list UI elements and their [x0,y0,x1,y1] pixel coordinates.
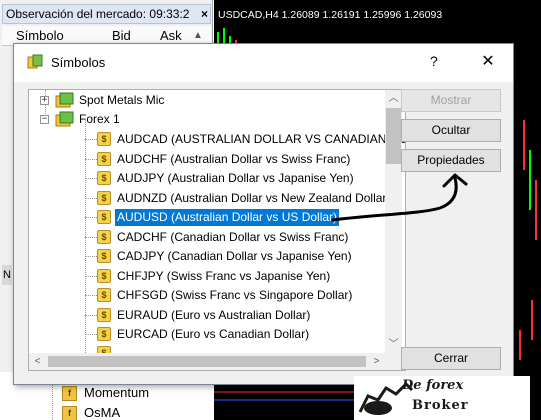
symbols-dialog: Símbolos ? ✕ + Spot Metals Mic − Forex 1 [13,43,514,385]
symbol-label: AUDCHF (Australian Dollar vs Swiss Franc… [117,151,351,166]
symbol-row-chfjpy[interactable]: $ CHFJPY (Swiss Franc vs Japanise Yen) [29,267,389,286]
dialog-title: Símbolos [51,55,106,70]
show-button[interactable]: Mostrar [401,89,501,112]
symbol-row-eurcad[interactable]: $ EURCAD (Euro vs Canadian Dollar) [29,325,389,344]
currency-icon: $ [97,132,111,146]
folder-icon [55,92,74,108]
tree-group-label: Forex 1 [79,112,120,126]
symbol-label: CADJPY (Canadian Dollar vs Japanise Yen) [117,249,352,263]
symbols-tree[interactable]: + Spot Metals Mic − Forex 1 $ AUDCAD (AU… [28,89,406,371]
watermark-line1: De forex [402,378,464,393]
symbol-label: AUDJPY (Australian Dollar vs Japanise Ye… [117,171,354,185]
properties-button[interactable]: Propiedades [401,149,501,172]
currency-icon: $ [97,307,111,322]
folder-icon [55,111,74,127]
symbol-row-audchf[interactable]: $ AUDCHF (Australian Dollar vs Swiss Fra… [29,150,389,169]
symbol-row-audjpy[interactable]: $ AUDJPY (Australian Dollar vs Japanise … [29,169,389,188]
currency-icon: $ [97,346,111,353]
symbol-label: EURAUD (Euro vs Australian Dollar) [117,307,311,322]
symbol-label: CHFJPY (Swiss Franc vs Japanise Yen) [117,268,331,283]
symbol-row-partial: $ [29,344,389,353]
symbols-icon [27,54,43,69]
symbol-label: CHFSGD (Swiss Franc vs Singapore Dollar) [117,288,353,302]
symbol-row-audusd[interactable]: $ AUDUSD (Australian Dollar vs US Dollar… [29,208,389,227]
nav-item-label: OsMA [84,405,121,420]
scrollbar-corner [385,353,402,370]
vertical-scroll-thumb[interactable] [386,108,401,164]
symbol-row-cadchf[interactable]: $ CADCHF (Canadian Dollar vs Swiss Franc… [29,228,389,247]
side-tab-icon[interactable]: N [2,265,12,285]
scroll-left-icon[interactable]: < [29,353,46,370]
symbol-label: AUDUSD (Australian Dollar vs US Dollar) [115,209,340,226]
symbol-row-cadjpy[interactable]: $ CADJPY (Canadian Dollar vs Japanise Ye… [29,247,389,266]
currency-icon: $ [97,229,111,244]
scroll-right-icon[interactable]: > [368,353,385,370]
symbol-row-euraud[interactable]: $ EURAUD (Euro vs Australian Dollar) [29,306,389,325]
horizontal-scroll-thumb[interactable] [48,356,366,367]
nav-item-label: Momentum [84,385,150,400]
close-button[interactable]: Cerrar [401,347,501,370]
indicator-icon: f [62,386,77,401]
close-icon[interactable]: × [201,5,208,23]
collapse-icon[interactable]: − [40,115,49,124]
tree-group-label: Spot Metals Mic [79,93,165,107]
watermark-logo: De forex Broker [354,376,530,420]
currency-icon: $ [97,171,111,185]
symbol-row-audnzd[interactable]: $ AUDNZD (Australian Dollar vs New Zeala… [29,189,391,208]
symbol-row-chfsgd[interactable]: $ CHFSGD (Swiss Franc vs Singapore Dolla… [29,286,389,305]
market-watch-title: Observación del mercado: 09:33:2 × [2,4,211,24]
currency-icon: $ [97,288,111,302]
dialog-close-button[interactable]: ✕ [476,51,500,73]
symbol-label: EURCAD (Euro vs Canadian Dollar) [117,327,310,341]
tree-group-spot-metals[interactable]: + Spot Metals Mic [29,91,389,110]
expand-icon[interactable]: + [40,96,49,105]
symbol-row-audcad[interactable]: $ AUDCAD (AUSTRALIAN DOLLAR VS CANADIAN … [29,130,405,149]
currency-icon: $ [97,190,111,205]
watermark-line2: Broker [412,398,469,413]
currency-icon: $ [97,249,111,263]
symbol-label: AUDCAD (AUSTRALIAN DOLLAR VS CANADIAN DC [117,132,406,146]
dialog-titlebar[interactable]: Símbolos ? ✕ [14,44,513,82]
market-watch-title-text: Observación del mercado: 09:33:2 [6,7,190,21]
symbol-label: CADCHF (Canadian Dollar vs Swiss Franc) [117,229,349,244]
currency-icon: $ [97,151,111,166]
currency-icon: $ [97,210,111,224]
nav-item-momentum[interactable]: f Momentum [62,383,149,403]
symbol-label: AUDNZD (Australian Dollar vs New Zealand… [117,190,391,205]
currency-icon: $ [97,327,111,341]
help-button[interactable]: ? [430,53,438,69]
scroll-up-icon[interactable]: ︿ [385,90,402,107]
hide-button[interactable]: Ocultar [401,119,501,142]
scroll-down-icon[interactable]: ﹀ [385,336,402,353]
nav-item-osma[interactable]: f OsMA [62,403,120,420]
indicator-icon: f [62,406,77,420]
currency-icon: $ [97,268,111,283]
tree-group-forex-1[interactable]: − Forex 1 [29,110,389,129]
